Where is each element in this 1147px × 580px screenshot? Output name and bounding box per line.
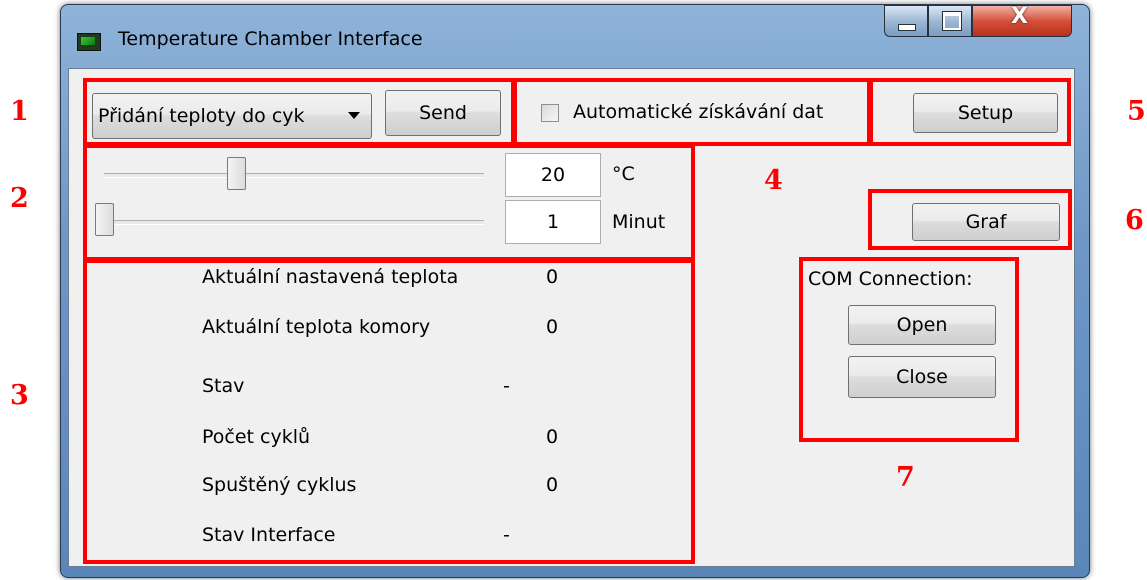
annotation-box-6: [868, 189, 1072, 250]
annotation-number-3: 3: [10, 380, 29, 411]
annotation-box-1: [83, 78, 515, 146]
annotation-box-7: [799, 257, 1019, 442]
app-icon: [77, 33, 101, 51]
annotation-box-2: [83, 144, 695, 261]
annotation-number-1: 1: [10, 96, 29, 127]
maximize-icon: [942, 11, 962, 31]
annotation-box-4: [513, 78, 871, 146]
annotation-number-2: 2: [10, 183, 29, 214]
annotation-box-3: [83, 259, 695, 564]
annotation-number-5: 5: [1127, 96, 1146, 127]
annotation-number-4: 4: [764, 165, 783, 196]
window-title: Temperature Chamber Interface: [118, 28, 423, 50]
annotation-box-5: [869, 78, 1071, 146]
close-icon: X: [1011, 4, 1028, 29]
minimize-button[interactable]: [884, 5, 928, 37]
annotation-number-7: 7: [896, 462, 915, 493]
minimize-icon: [898, 24, 916, 31]
annotation-number-6: 6: [1125, 205, 1144, 236]
